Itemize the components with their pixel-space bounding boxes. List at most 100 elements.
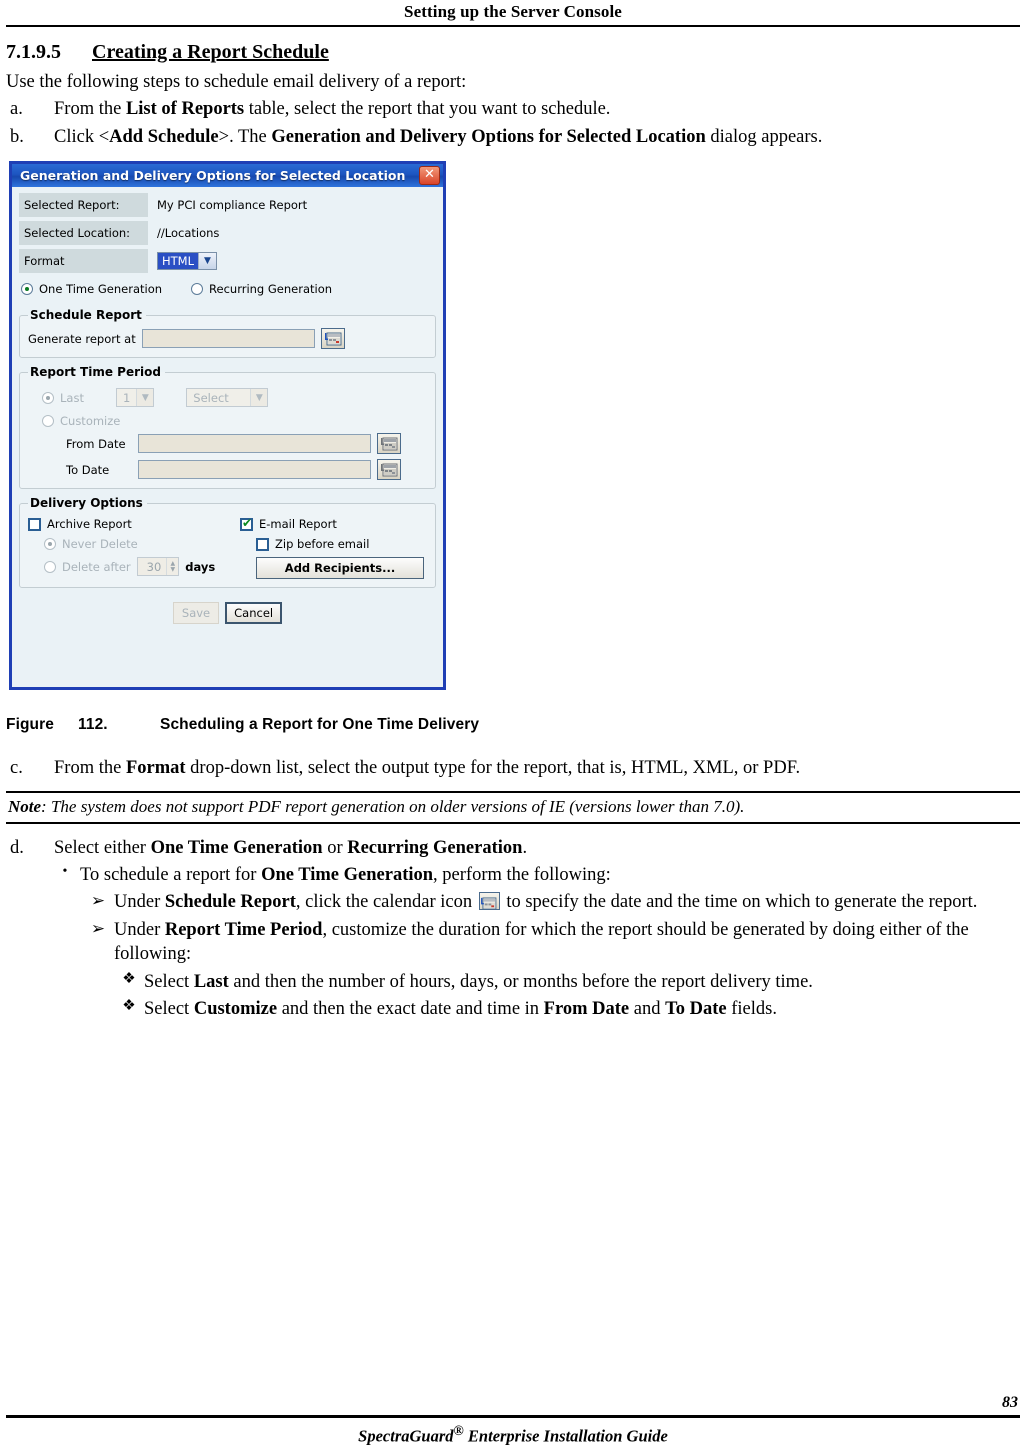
radio-customize-label: Customize <box>60 414 121 429</box>
sublist-arrow-1-text: Under Schedule Report, click the calenda… <box>114 890 1020 914</box>
delete-after-days-value: 30 <box>146 560 162 575</box>
note-label: Note <box>8 796 42 816</box>
from-date-input[interactable] <box>138 434 371 454</box>
header-divider <box>6 25 1020 27</box>
figure-caption: Figure 112. Scheduling a Report for One … <box>6 716 1020 734</box>
sublist-d1-bold-1: Last <box>193 971 229 992</box>
step-a: a. From the List of Reports table, selec… <box>6 97 1020 121</box>
time-unit-select[interactable]: Select ▼ <box>186 388 269 408</box>
email-report-row: E-mail Report <box>240 517 427 531</box>
arrow-bullet-icon: ➢ <box>90 891 106 911</box>
radio-delete-after-label: Delete after <box>62 559 131 574</box>
to-date-input[interactable] <box>138 460 371 480</box>
schedule-report-legend: Schedule Report <box>30 308 142 323</box>
sublist-bullet-1-text: To schedule a report for One Time Genera… <box>80 863 1020 887</box>
diamond-bullet-icon: ❖ <box>122 998 136 1015</box>
generate-report-at-label: Generate report at <box>28 331 136 346</box>
checkbox-zip-before-email-box <box>256 537 269 551</box>
radio-recurring-generation[interactable]: Recurring Generation <box>191 282 332 296</box>
diamond-bullet-icon: ❖ <box>122 970 136 987</box>
selected-report-row: Selected Report: My PCI compliance Repor… <box>19 193 436 218</box>
sublist-d2-text-2: and then the exact date and time in <box>277 999 544 1020</box>
format-select-value: HTML <box>158 253 199 270</box>
generate-report-at-input[interactable] <box>141 329 315 349</box>
checkbox-email-report-label: E-mail Report <box>259 517 337 532</box>
radio-never-delete[interactable]: Never Delete <box>44 537 138 551</box>
footer-guide-title-1: SpectraGuard <box>358 1426 454 1445</box>
checkbox-archive-report[interactable]: Archive Report <box>28 517 132 531</box>
dialog-title: Generation and Delivery Options for Sele… <box>20 168 406 184</box>
radio-never-delete-dot <box>44 538 56 551</box>
sublist-d2-text-3: and <box>629 999 666 1020</box>
selected-report-label: Selected Report: <box>19 193 148 218</box>
archive-report-row: Archive Report <box>28 517 240 531</box>
chevron-down-icon: ▼ <box>136 389 154 407</box>
sublist-diamond-1: ❖ Select Last and then the number of hou… <box>114 970 1020 994</box>
radio-delete-after-dot <box>44 560 56 573</box>
add-recipients-button[interactable]: Add Recipients... <box>256 557 424 580</box>
registered-mark-icon: ® <box>453 1422 464 1438</box>
sublist-a1-text-2: , click the calendar icon <box>295 892 477 913</box>
chevron-down-icon: ▼ <box>198 253 217 270</box>
sublist-a1-text-1: Under <box>114 892 165 913</box>
step-b-text-3: dialog appears. <box>705 126 823 147</box>
dialog-titlebar: Generation and Delivery Options for Sele… <box>12 164 443 188</box>
checkbox-zip-before-email[interactable]: Zip before email <box>256 537 369 551</box>
document-page: Setting up the Server Console 7.1.9.5 Cr… <box>0 0 1026 1452</box>
format-select[interactable]: HTML ▼ <box>157 252 218 271</box>
radio-customize-dot <box>42 415 54 428</box>
running-header: Setting up the Server Console <box>404 2 622 21</box>
stepper-arrows-icon[interactable]: ▲ ▼ <box>166 558 178 576</box>
delivery-options-right-column: E-mail Report Zip before email Add Recip… <box>240 513 427 580</box>
dialog-footer: Save Cancel <box>19 602 436 625</box>
radio-never-delete-label: Never Delete <box>62 537 138 552</box>
step-b-text-2: >. The <box>218 126 272 147</box>
days-label: days <box>185 559 216 574</box>
customize-row: Customize <box>42 414 427 428</box>
document-footer: 83 SpectraGuard® Enterprise Installation… <box>6 1394 1020 1447</box>
selected-location-value: //Locations <box>157 226 220 241</box>
step-d-text: Select either One Time Generation or Rec… <box>54 836 1020 860</box>
sublist-a2-bold-1: Report Time Period <box>164 919 323 940</box>
sublist-d2-bold-3: To Date <box>665 999 727 1020</box>
save-button[interactable]: Save <box>172 602 220 625</box>
figure-label: Figure <box>6 716 54 734</box>
step-d-text-1: Select either <box>54 837 151 858</box>
delete-after-days-stepper[interactable]: 30 ▲ ▼ <box>136 557 180 577</box>
step-c-bold-1: Format <box>125 758 186 779</box>
section-intro: Use the following steps to schedule emai… <box>6 72 467 92</box>
sublist-d2-text-1: Select <box>144 999 194 1020</box>
sublist-d1-text-1: Select <box>144 971 194 992</box>
sublist-bullet-1: • To schedule a report for One Time Gene… <box>50 863 1020 887</box>
cancel-button[interactable]: Cancel <box>225 602 283 625</box>
checkbox-archive-report-box <box>28 517 41 531</box>
step-d-bold-1: One Time Generation <box>150 837 323 858</box>
calendar-icon[interactable] <box>377 433 401 455</box>
step-c-text-2: drop-down list, select the output type f… <box>185 758 801 779</box>
add-recipients-row: Add Recipients... <box>256 557 427 580</box>
step-a-text-1: From the <box>54 99 126 120</box>
checkbox-email-report[interactable]: E-mail Report <box>240 517 337 531</box>
calendar-icon[interactable] <box>320 328 345 350</box>
sublist-arrow-2-text: Under Report Time Period, customize the … <box>114 918 1020 967</box>
last-count-select[interactable]: 1 ▼ <box>115 388 155 408</box>
footer-divider <box>6 1414 1020 1418</box>
calendar-icon <box>478 892 500 911</box>
radio-one-time-generation[interactable]: One Time Generation <box>21 282 162 296</box>
from-date-label: From Date <box>66 436 126 451</box>
figure-caption-text: Scheduling a Report for One Time Deliver… <box>160 716 480 734</box>
delivery-options-columns: Archive Report Never Delete Delete after… <box>28 513 427 580</box>
checkbox-archive-report-label: Archive Report <box>47 517 132 532</box>
calendar-icon[interactable] <box>377 459 401 481</box>
step-d-text-2: or <box>322 837 348 858</box>
note-text: : The system does not support PDF report… <box>41 796 745 816</box>
generation-mode-group: One Time Generation Recurring Generation <box>21 282 436 296</box>
figure-number: 112. <box>78 716 108 734</box>
last-count-value: 1 <box>122 391 131 406</box>
radio-customize[interactable]: Customize <box>42 414 120 428</box>
step-a-marker: a. <box>10 99 23 120</box>
close-icon[interactable]: ✕ <box>419 166 440 186</box>
radio-last[interactable]: Last <box>42 391 84 405</box>
radio-delete-after[interactable]: Delete after <box>44 560 131 574</box>
format-label: Format <box>19 249 148 274</box>
